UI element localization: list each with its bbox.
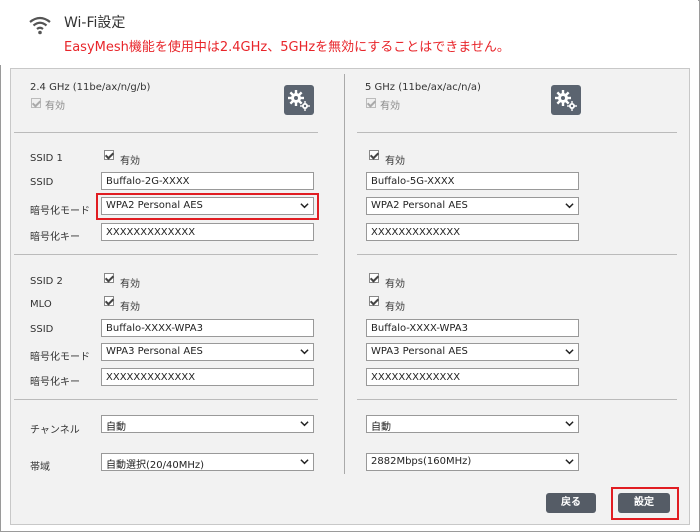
channel-5-value: 自動 — [371, 422, 391, 433]
enc-key-label: 暗号化キー — [30, 232, 80, 243]
ssid1-5-enc-value: WPA2 Personal AES — [371, 200, 468, 211]
chevron-down-icon — [300, 349, 309, 355]
wifi-icon — [29, 16, 51, 35]
band-5-enable-checkbox[interactable] — [366, 98, 376, 108]
divider — [14, 132, 318, 133]
ssid1-24-ssid-input[interactable] — [101, 172, 314, 190]
ssid1-label: SSID 1 — [30, 153, 63, 164]
ssid-label: SSID — [30, 177, 54, 188]
bandwidth-label: 帯域 — [30, 462, 50, 473]
channel-5-select[interactable]: 自動 — [366, 415, 579, 433]
chevron-down-icon — [300, 459, 309, 465]
mlo-24-enable-label: 有効 — [120, 302, 140, 313]
band-24-enable-label: 有効 — [45, 101, 65, 112]
ssid1-5-ssid-input[interactable] — [366, 172, 579, 190]
channel-24-value: 自動 — [106, 422, 126, 433]
back-button[interactable]: 戻る — [546, 493, 596, 513]
band-5-enable-label: 有効 — [380, 101, 400, 112]
band-24-title: 2.4 GHz (11be/ax/n/g/b) — [30, 82, 151, 93]
gear-icon — [288, 90, 310, 111]
chevron-down-icon — [565, 421, 574, 427]
mlo-label: MLO — [30, 299, 52, 310]
easymesh-warning: EasyMesh機能を使用中は2.4GHz、5GHzを無効にすることはできません… — [64, 40, 510, 55]
chevron-down-icon — [565, 459, 574, 465]
ssid1-5-enable-label: 有効 — [385, 156, 405, 167]
enc-mode-label: 暗号化モード — [30, 206, 90, 217]
enc-key-label: 暗号化キー — [30, 377, 80, 388]
divider — [14, 254, 318, 255]
mlo-5-checkbox[interactable] — [369, 296, 379, 306]
ssid1-24-key-input[interactable] — [101, 223, 314, 241]
ssid2-24-enc-value: WPA3 Personal AES — [106, 346, 203, 357]
ssid2-5-ssid-input[interactable] — [366, 319, 579, 337]
ssid1-5-enc-select[interactable]: WPA2 Personal AES — [366, 197, 579, 215]
enc-mode-label: 暗号化モード — [30, 352, 90, 363]
divider — [357, 399, 677, 400]
ssid2-24-enc-select[interactable]: WPA3 Personal AES — [101, 343, 314, 361]
bandwidth-5-select[interactable]: 2882Mbps(160MHz) — [366, 453, 579, 471]
chevron-down-icon — [565, 349, 574, 355]
ssid2-24-key-input[interactable] — [101, 368, 314, 386]
highlight-box — [96, 193, 319, 220]
ssid2-24-enable-checkbox[interactable] — [104, 273, 114, 283]
ssid2-label: SSID 2 — [30, 276, 63, 287]
ssid2-5-enc-select[interactable]: WPA3 Personal AES — [366, 343, 579, 361]
chevron-down-icon — [565, 203, 574, 209]
ssid2-5-enable-checkbox[interactable] — [369, 273, 379, 283]
band-divider — [344, 74, 345, 474]
ssid-label: SSID — [30, 324, 54, 335]
ssid2-24-enable-label: 有効 — [120, 279, 140, 290]
band-24-advanced-button[interactable] — [284, 85, 314, 115]
chevron-down-icon — [300, 421, 309, 427]
gear-icon — [555, 90, 577, 111]
ssid2-5-enable-label: 有効 — [385, 279, 405, 290]
mlo-5-enable-label: 有効 — [385, 302, 405, 313]
ssid2-5-key-input[interactable] — [366, 368, 579, 386]
divider — [14, 399, 318, 400]
header: Wi-Fi設定 EasyMesh機能を使用中は2.4GHz、5GHzを無効にする… — [0, 0, 698, 65]
channel-24-select[interactable]: 自動 — [101, 415, 314, 433]
page-title: Wi-Fi設定 — [64, 15, 126, 31]
bandwidth-24-select[interactable]: 自動選択(20/40MHz) — [101, 453, 314, 471]
highlight-box — [611, 487, 679, 520]
divider — [357, 254, 677, 255]
ssid1-24-enable-label: 有効 — [120, 156, 140, 167]
band-24-enable-checkbox[interactable] — [31, 98, 41, 108]
band-5-advanced-button[interactable] — [551, 85, 581, 115]
ssid1-5-enable-checkbox[interactable] — [369, 150, 379, 160]
ssid2-5-enc-value: WPA3 Personal AES — [371, 346, 468, 357]
band-5-title: 5 GHz (11be/ax/ac/n/a) — [365, 82, 481, 93]
mlo-24-checkbox[interactable] — [104, 296, 114, 306]
ssid1-24-enable-checkbox[interactable] — [104, 150, 114, 160]
bandwidth-5-value: 2882Mbps(160MHz) — [371, 456, 472, 467]
divider — [357, 132, 677, 133]
bandwidth-24-value: 自動選択(20/40MHz) — [106, 460, 205, 471]
ssid2-24-ssid-input[interactable] — [101, 319, 314, 337]
channel-label: チャンネル — [30, 425, 80, 436]
ssid1-5-key-input[interactable] — [366, 223, 579, 241]
